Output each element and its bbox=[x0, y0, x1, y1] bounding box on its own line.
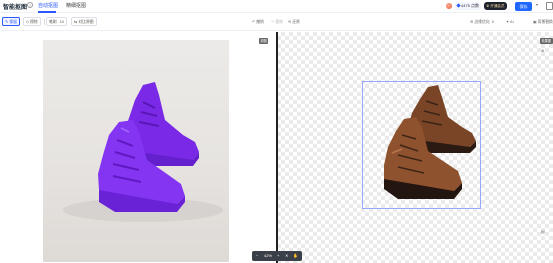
active-tab-indicator bbox=[38, 11, 56, 13]
selection-box[interactable] bbox=[362, 81, 481, 209]
erase-label: 擦除 bbox=[30, 20, 38, 24]
erase-brush-button[interactable]: ◇擦除 bbox=[23, 17, 41, 26]
result-tag: 效果图 bbox=[540, 38, 553, 44]
ai-label: AI bbox=[510, 20, 514, 24]
document-icon[interactable] bbox=[546, 2, 553, 10]
compare-icon: ⇆ bbox=[74, 19, 78, 24]
help-icon[interactable]: ? bbox=[27, 2, 33, 8]
reset-label: 还原 bbox=[292, 20, 300, 24]
layers-icon[interactable]: ▤ bbox=[541, 229, 545, 234]
brush-icon: ✎ bbox=[5, 19, 9, 24]
magic-icon: ✦ bbox=[506, 20, 510, 24]
app-logo: 智能抠图 bbox=[3, 5, 28, 11]
chevron-down-icon[interactable]: ▾ bbox=[536, 2, 538, 7]
eraser-icon: ◇ bbox=[26, 19, 30, 24]
edit-toolbar: ✎保留 ◇擦除 笔刷 10 ⇆对比原图 ↶ 撤销 ↷ 重做 ⟲ 还原 ⚙ 边缘优… bbox=[0, 14, 553, 31]
split-divider-handle[interactable] bbox=[276, 32, 278, 263]
image-icon: ▣ bbox=[533, 20, 537, 24]
bg-label: 背景替换 bbox=[537, 20, 553, 24]
redo-icon: ↷ bbox=[271, 20, 275, 24]
background-replace-button[interactable]: ▣ 背景替换 bbox=[533, 19, 553, 25]
credits-text: 4475 点数 bbox=[461, 3, 480, 8]
undo-button[interactable]: ↶ 撤销 bbox=[252, 19, 264, 25]
top-header: 智能抠图 ? 自动抠图 精细抠图 4475 点数 ♛ 开通会员 保存 ▾ bbox=[0, 0, 553, 13]
ai-button[interactable]: ✦ AI bbox=[506, 19, 514, 24]
keep-brush-button[interactable]: ✎保留 bbox=[2, 17, 20, 26]
masked-shoes-image bbox=[63, 82, 223, 222]
member-label: 开通会员 bbox=[490, 4, 505, 8]
fit-screen-icon[interactable]: ✕ bbox=[285, 251, 288, 261]
reset-icon: ⟲ bbox=[288, 20, 292, 24]
tab-fine-cutout[interactable]: 精细抠图 bbox=[66, 2, 86, 9]
member-button[interactable]: ♛ 开通会员 bbox=[484, 2, 507, 10]
brush-size-value: 10 bbox=[59, 20, 64, 24]
zoom-out-icon[interactable]: − bbox=[256, 251, 258, 261]
edge-icon: ⚙ bbox=[470, 20, 474, 24]
crown-icon: ♛ bbox=[486, 4, 490, 8]
original-photo[interactable] bbox=[43, 40, 229, 262]
hand-tool-icon[interactable]: ✋ bbox=[293, 251, 298, 261]
redo-label: 重做 bbox=[275, 20, 283, 24]
edge-value: 0 bbox=[491, 20, 494, 24]
zoom-value: 42% bbox=[264, 253, 273, 258]
edge-optimize-control[interactable]: ⚙ 边缘优化 0 bbox=[470, 19, 494, 25]
gem-icon bbox=[456, 3, 461, 8]
zoom-in-icon[interactable]: ⊕ bbox=[541, 48, 544, 53]
undo-icon: ↶ bbox=[252, 20, 256, 24]
compare-original-button[interactable]: ⇆对比原图 bbox=[71, 17, 97, 26]
undo-label: 撤销 bbox=[256, 20, 264, 24]
compare-label: 对比原图 bbox=[78, 20, 94, 24]
reset-button[interactable]: ⟲ 还原 bbox=[288, 19, 300, 25]
toolbar-divider bbox=[44, 19, 45, 25]
edge-label: 边缘优化 bbox=[474, 20, 490, 24]
original-tag: 原图 bbox=[259, 38, 269, 44]
avatar[interactable] bbox=[446, 3, 452, 9]
brush-size-label: 笔刷 bbox=[49, 20, 57, 24]
credits-badge[interactable]: 4475 点数 bbox=[455, 2, 482, 10]
zoom-plus-icon[interactable]: + bbox=[277, 251, 279, 261]
redo-button[interactable]: ↷ 重做 bbox=[271, 19, 283, 25]
tab-auto-cutout[interactable]: 自动抠图 bbox=[38, 2, 58, 9]
download-button[interactable]: 保存 bbox=[515, 1, 532, 11]
zoom-bar: − 42% + ✕ ✋ bbox=[252, 251, 302, 261]
keep-label: 保留 bbox=[9, 20, 17, 24]
brush-size-control[interactable]: 笔刷 10 bbox=[46, 17, 67, 26]
